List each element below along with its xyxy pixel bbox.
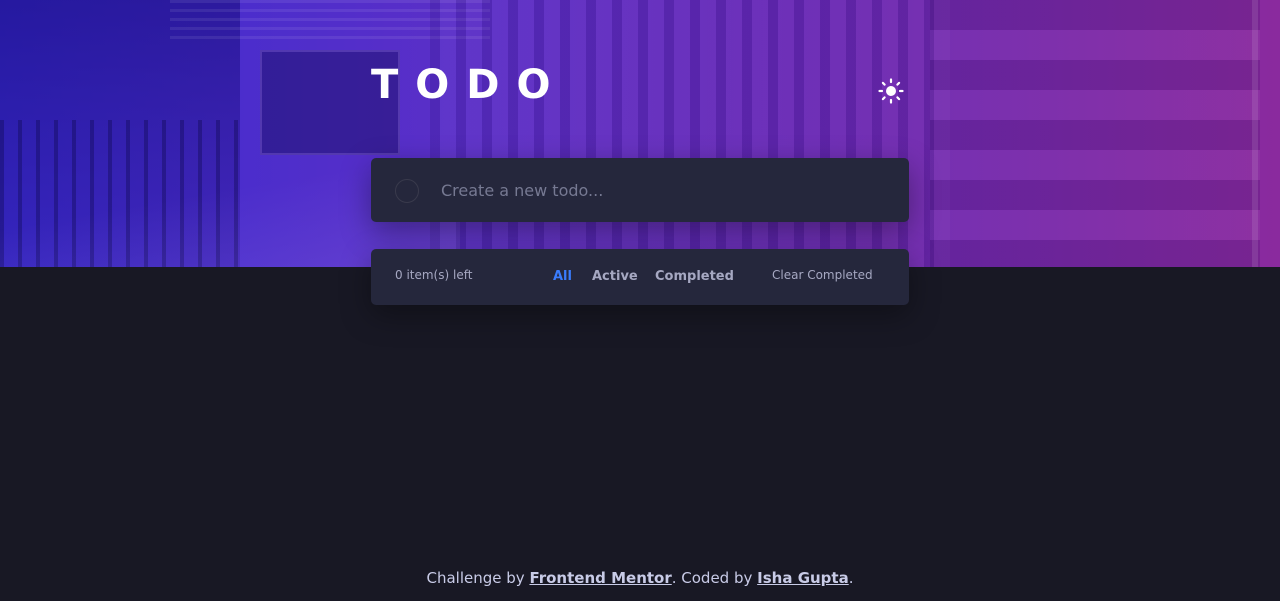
frontend-mentor-link[interactable]: Frontend Mentor: [529, 569, 671, 587]
attribution: Challenge by Frontend Mentor. Coded by I…: [0, 569, 1280, 587]
hero-photo-edge: [1252, 0, 1258, 267]
new-todo-input[interactable]: [441, 172, 881, 208]
hero-photo-wall: [930, 0, 1260, 267]
filter-completed[interactable]: Completed: [655, 269, 734, 284]
clear-completed-button[interactable]: Clear Completed: [772, 268, 873, 282]
attribution-suffix: .: [848, 569, 854, 587]
new-todo-checkbox[interactable]: [395, 179, 419, 203]
sun-icon: [878, 78, 904, 104]
filter-all[interactable]: All: [553, 269, 572, 284]
todo-filter-bar: 0 item(s) left All Active Completed Clea…: [371, 249, 909, 305]
filter-active[interactable]: Active: [592, 269, 638, 284]
page-title: TODO: [371, 62, 568, 108]
author-link[interactable]: Isha Gupta: [757, 569, 849, 587]
hero-photo-pillars: [430, 0, 950, 267]
attribution-middle: . Coded by: [671, 569, 758, 587]
attribution-prefix: Challenge by: [426, 569, 530, 587]
theme-toggle-button[interactable]: [874, 74, 908, 108]
items-left-count: 0 item(s) left: [395, 268, 473, 282]
new-todo-card: [371, 158, 909, 222]
hero-banner: [0, 0, 1280, 267]
